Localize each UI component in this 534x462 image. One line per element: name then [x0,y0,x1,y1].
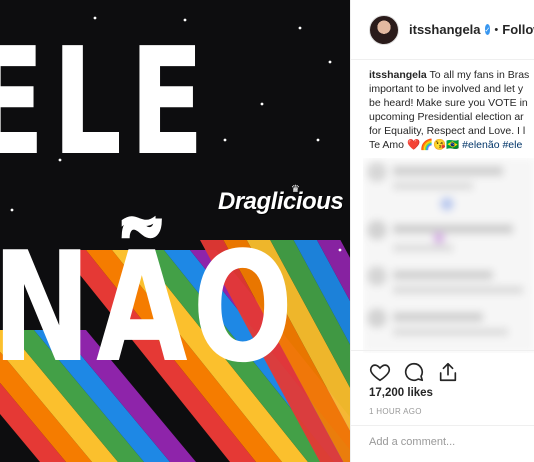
sparkle-icon [338,248,342,252]
caption-line-1: itsshangela To all my fans in Bras [369,68,534,82]
header-username[interactable]: itsshangela [409,22,481,37]
caption-line-2: important to be involved and let y [369,83,524,95]
header-separator: • [494,23,499,36]
share-icon[interactable] [437,361,459,383]
caption-te-amo: Te Amo [369,139,405,151]
sparkle-icon [10,208,14,212]
caption-text-1: To all my fans in Bras [429,69,530,81]
caption-line-4: upcoming Presidential election ar [369,111,524,123]
caption-emojis: ❤️🌈😘🇧🇷 [406,139,460,151]
image-text-ele: ELE [0,16,212,188]
post-side-panel: itsshangela ✓ • Following itsshangela To… [350,0,534,462]
post-timestamp[interactable]: 1 HOUR AGO [369,407,422,416]
likes-count[interactable]: 17,200 likes [369,387,433,399]
caption-line-5: for Equality, Respect and Love. I l [369,125,526,137]
comment-icon[interactable] [403,361,425,383]
post-image[interactable]: ELE ~ NÃO Draglicious ♛ [0,0,350,462]
post-header: itsshangela ✓ • Following [351,0,534,60]
verified-badge-icon: ✓ [484,24,491,35]
following-button[interactable]: Following [502,22,534,37]
crown-icon: ♛ [291,184,300,195]
hashtag-ele[interactable]: #ele [502,139,522,151]
post-caption: itsshangela To all my fans in Bras impor… [369,68,534,152]
action-icons [369,361,459,383]
caption-line-3: be heard! Make sure you VOTE in [369,97,528,109]
caption-username[interactable]: itsshangela [369,69,427,81]
caption-line-6: Te Amo ❤️🌈😘🇧🇷 #elenão #ele [369,138,534,152]
hashtag-elenao[interactable]: #elenão [462,139,499,151]
image-text-nao: NÃO [0,219,298,396]
avatar[interactable] [369,14,399,45]
heart-icon[interactable] [369,361,391,383]
blurred-comments-area [363,158,534,353]
sparkle-icon [223,138,227,142]
sparkle-icon [260,102,264,106]
add-comment-input[interactable]: Add a comment... [351,425,534,457]
sparkle-icon [316,138,320,142]
watermark-logo: Draglicious [218,188,344,215]
sparkle-icon [298,26,302,30]
post-actions: 17,200 likes 1 HOUR AGO Add a comment... [351,350,534,456]
sparkle-icon [328,60,332,64]
